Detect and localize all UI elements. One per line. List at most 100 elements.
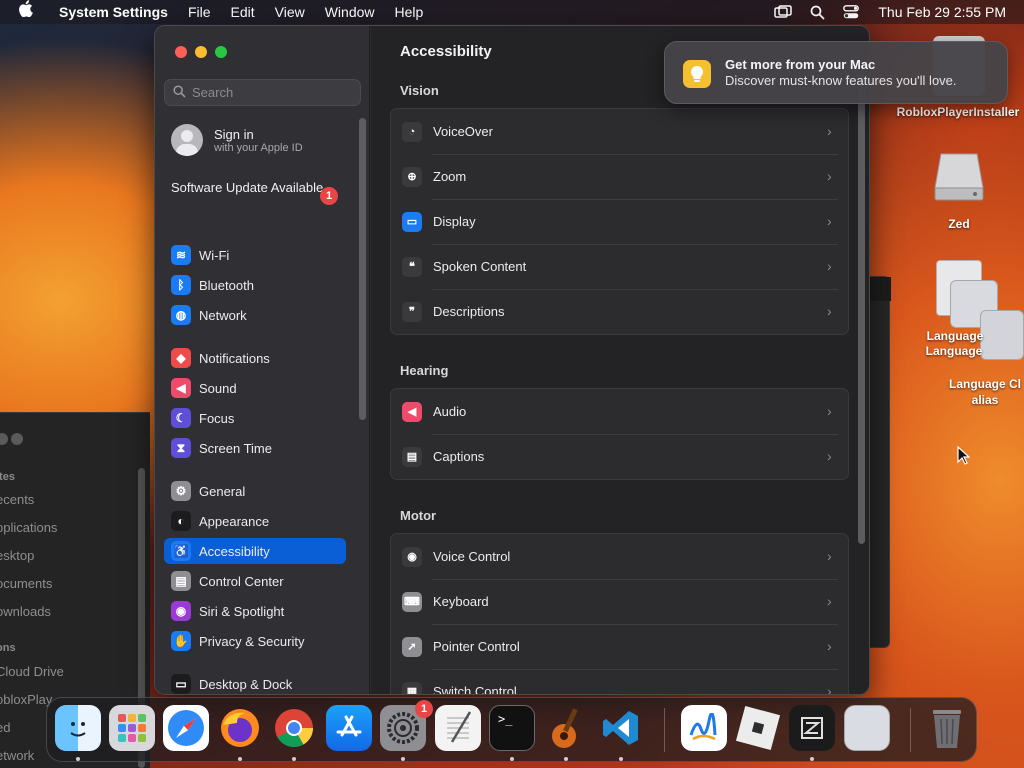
terminal-icon[interactable]: >_ xyxy=(489,705,535,751)
finder-item[interactable]: ownloads xyxy=(0,604,51,619)
sidebar-item-appearance[interactable]: ◐ Appearance xyxy=(164,508,346,534)
sidebar-item-desktop-dock[interactable]: ▭ Desktop & Dock xyxy=(164,671,346,694)
zoom-window-button[interactable] xyxy=(215,46,227,58)
finder-traffic-light[interactable] xyxy=(11,433,23,445)
row-descriptions[interactable]: ❞ Descriptions › xyxy=(391,289,848,334)
menu-app-name[interactable]: System Settings xyxy=(49,0,178,24)
sidebar-item-siri-spotlight[interactable]: ◉ Siri & Spotlight xyxy=(164,598,346,624)
row-audio[interactable]: ◀ Audio › xyxy=(391,389,848,434)
finder-traffic-light[interactable] xyxy=(0,433,8,445)
zed-running-indicator xyxy=(810,757,814,761)
sidebar-item-label: Wi-Fi xyxy=(199,247,230,263)
row-display[interactable]: ▭ Display › xyxy=(391,199,848,244)
avatar xyxy=(171,124,203,156)
sidebar-item-network[interactable]: ◍ Network xyxy=(164,302,346,328)
dock-separator xyxy=(910,708,911,752)
language-alias-label[interactable]: Language Cl alias xyxy=(946,376,1024,408)
spotlight-search-icon[interactable] xyxy=(800,0,834,24)
menu-window[interactable]: Window xyxy=(315,0,385,24)
sidebar-item-label: Desktop & Dock xyxy=(199,676,293,692)
roblox-installer-label[interactable]: RobloxPlayerInstaller xyxy=(896,104,1020,120)
software-update-available[interactable]: Software Update Available xyxy=(171,180,341,196)
preview-icon[interactable] xyxy=(844,705,890,751)
sidebar-item-notifications[interactable]: ◆ Notifications xyxy=(164,345,346,371)
menu-file[interactable]: File xyxy=(178,0,221,24)
vscode-icon[interactable] xyxy=(598,705,644,751)
zoom-icon: ⊕ xyxy=(402,166,422,187)
row-voiceover[interactable]: ◔ VoiceOver › xyxy=(391,109,848,154)
sidebar-item-bluetooth[interactable]: ᛒ Bluetooth xyxy=(164,272,346,298)
control-center-menu-icon[interactable] xyxy=(834,0,868,24)
chevron-right-icon: › xyxy=(827,593,832,609)
sidebar-item-general[interactable]: ⚙ General xyxy=(164,478,346,504)
roblox-icon[interactable] xyxy=(735,705,781,751)
row-pointer-control[interactable]: ➚ Pointer Control › xyxy=(391,624,848,669)
finder-item[interactable]: etwork xyxy=(0,748,34,763)
sidebar-search[interactable] xyxy=(164,79,361,106)
row-switch-control[interactable]: ▦ Switch Control › xyxy=(391,669,848,695)
main-scrollbar[interactable] xyxy=(858,74,865,544)
row-voice-control[interactable]: ◉ Voice Control › xyxy=(391,534,848,579)
globe-icon: ◍ xyxy=(171,305,191,325)
menu-view[interactable]: View xyxy=(265,0,315,24)
finder-item[interactable]: obloxPlay xyxy=(0,692,52,707)
trash-icon[interactable] xyxy=(924,705,970,751)
finder-item[interactable]: pplications xyxy=(0,520,57,535)
sidebar-scrollbar[interactable] xyxy=(359,118,366,420)
menu-edit[interactable]: Edit xyxy=(221,0,265,24)
firefox-icon[interactable] xyxy=(217,705,263,751)
pointer-icon: ➚ xyxy=(402,636,422,657)
finder-item[interactable]: esktop xyxy=(0,548,34,563)
finder-item[interactable]: ecents xyxy=(0,492,34,507)
finder-icon[interactable] xyxy=(55,705,101,751)
apple-menu-icon[interactable] xyxy=(0,0,49,24)
system-settings-badge: 1 xyxy=(415,700,433,718)
safari-icon[interactable] xyxy=(163,705,209,751)
zed-icon[interactable] xyxy=(789,705,835,751)
app-store-icon[interactable] xyxy=(326,705,372,751)
row-spoken-content[interactable]: ❝ Spoken Content › xyxy=(391,244,848,289)
language-label-1[interactable]: Language xyxy=(918,328,992,344)
chrome-icon[interactable] xyxy=(271,705,317,751)
row-captions[interactable]: ▤ Captions › xyxy=(391,434,848,479)
siri-icon: ◉ xyxy=(171,601,191,621)
notification-banner[interactable]: Get more from your Mac Discover must-kno… xyxy=(664,41,1008,104)
finder-item[interactable]: ed xyxy=(0,720,10,735)
freeform-icon[interactable] xyxy=(681,705,727,751)
sidebar-item-accessibility[interactable]: ♿ Accessibility xyxy=(164,538,346,564)
sidebar-item-screen-time[interactable]: ⧗ Screen Time xyxy=(164,435,346,461)
minimize-window-button[interactable] xyxy=(195,46,207,58)
row-label: Spoken Content xyxy=(433,259,527,274)
sidebar-item-focus[interactable]: ☾ Focus xyxy=(164,405,346,431)
finder-section-favorites: ites xyxy=(0,471,15,483)
menu-clock[interactable]: Thu Feb 29 2:55 PM xyxy=(868,4,1024,20)
apple-id-signin[interactable]: Sign in with your Apple ID xyxy=(171,122,361,158)
textedit-icon[interactable] xyxy=(435,705,481,751)
finder-item[interactable]: Cloud Drive xyxy=(0,664,64,679)
row-zoom[interactable]: ⊕ Zoom › xyxy=(391,154,848,199)
row-label: Display xyxy=(433,214,476,229)
system-settings-running-indicator xyxy=(401,757,405,761)
menu-help[interactable]: Help xyxy=(385,0,434,24)
screen-mirroring-icon[interactable] xyxy=(766,0,800,24)
garageband-icon[interactable] xyxy=(543,705,589,751)
row-label: Keyboard xyxy=(433,594,489,609)
launchpad-icon[interactable] xyxy=(109,705,155,751)
chrome-running-indicator xyxy=(292,757,296,761)
sidebar-item-control-center[interactable]: ▤ Control Center xyxy=(164,568,346,594)
row-keyboard[interactable]: ⌨ Keyboard › xyxy=(391,579,848,624)
sidebar-item-wi-fi[interactable]: ≋ Wi-Fi xyxy=(164,242,346,268)
chevron-right-icon: › xyxy=(827,683,832,695)
voice-control-icon: ◉ xyxy=(402,546,422,567)
sidebar-item-sound[interactable]: ◀ Sound xyxy=(164,375,346,401)
zed-disk-image-icon[interactable] xyxy=(931,148,987,204)
close-window-button[interactable] xyxy=(175,46,187,58)
language-label-2[interactable]: Language xyxy=(916,343,992,359)
sidebar-item-privacy-security[interactable]: ✋ Privacy & Security xyxy=(164,628,346,654)
speech-bubble-icon: ❝ xyxy=(402,256,422,277)
section-title-hearing: Hearing xyxy=(400,363,449,378)
row-label: Pointer Control xyxy=(433,639,520,654)
search-input[interactable] xyxy=(192,85,352,100)
finder-item[interactable]: ocuments xyxy=(0,576,52,591)
zed-label[interactable]: Zed xyxy=(930,216,988,232)
